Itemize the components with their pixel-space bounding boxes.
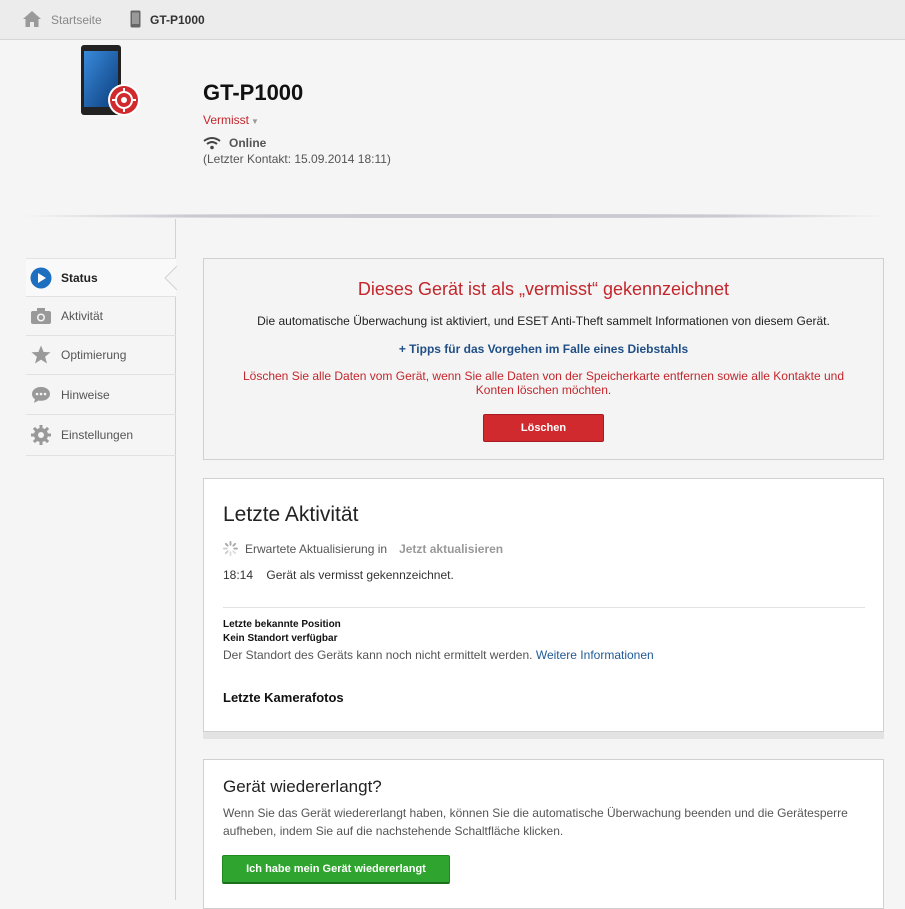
last-contact: (Letzter Kontakt: 15.09.2014 18:11) <box>203 152 391 166</box>
connection-label: Online <box>229 136 267 150</box>
sidebar-item-label: Hinweise <box>61 387 110 402</box>
sidebar-item-einstellungen[interactable]: Einstellungen <box>26 415 176 456</box>
position-status: Kein Standort verfügbar <box>223 633 338 644</box>
recovered-panel: Gerät wiedererlangt? Wenn Sie das Gerät … <box>203 759 884 909</box>
refresh-row: Erwartete Aktualisierung in Jetzt aktual… <box>223 541 503 556</box>
sidebar-item-label: Status <box>61 270 98 285</box>
recovered-title: Gerät wiedererlangt? <box>223 777 382 796</box>
breadcrumb: Startseite GT-P1000 <box>0 0 905 40</box>
breadcrumb-home-label[interactable]: Startseite <box>51 13 102 27</box>
device-status-label[interactable]: Vermisst <box>203 113 249 127</box>
position-description: Der Standort des Geräts kann noch nicht … <box>223 648 654 662</box>
activity-panel: Letzte Aktivität Erwartete Aktualisierun… <box>203 478 884 732</box>
breadcrumb-device[interactable]: GT-P1000 <box>130 0 205 40</box>
missing-alert-panel: Dieses Gerät ist als „vermisst“ gekennze… <box>203 258 884 460</box>
chat-bubble-icon <box>30 384 52 406</box>
device-title: GT-P1000 <box>203 80 304 105</box>
activity-entry: 18:14 Gerät als vermisst gekennzeichnet. <box>223 568 454 582</box>
alert-title: Dieses Gerät ist als „vermisst“ gekennze… <box>357 279 730 299</box>
play-circle-icon <box>30 267 52 289</box>
camera-photos-title: Letzte Kamerafotos <box>223 690 344 705</box>
sidebar-item-optimierung[interactable]: Optimierung <box>26 336 176 375</box>
phone-icon <box>130 10 141 31</box>
more-info-link[interactable]: Weitere Informationen <box>536 648 654 662</box>
wifi-icon <box>203 137 221 150</box>
sidebar-item-label: Aktivität <box>61 309 104 323</box>
recovered-description: Wenn Sie das Gerät wiedererlangt haben, … <box>223 806 848 838</box>
star-icon <box>30 344 52 366</box>
theft-tips-link[interactable]: + Tipps für das Vorgehen im Falle eines … <box>204 342 883 356</box>
home-icon <box>22 10 42 31</box>
activity-title: Letzte Aktivität <box>223 503 359 526</box>
caret-down-icon[interactable]: ▼ <box>251 117 259 126</box>
sidebar-item-hinweise[interactable]: Hinweise <box>26 375 176 415</box>
active-pointer <box>164 266 178 290</box>
sidebar-item-status[interactable]: Status <box>26 258 176 297</box>
refresh-text: Erwartete Aktualisierung in <box>245 541 388 556</box>
device-image <box>80 45 142 117</box>
sidebar-item-label: Optimierung <box>61 348 127 362</box>
position-description-text: Der Standort des Geräts kann noch nicht … <box>223 648 533 662</box>
gear-icon <box>30 424 52 446</box>
alert-warning: Löschen Sie alle Daten vom Gerät, wenn S… <box>242 369 845 397</box>
connection-status: Online <box>203 136 266 150</box>
activity-entry-text: Gerät als vermisst gekennzeichnet. <box>266 568 454 582</box>
alert-description: Die automatische Überwachung ist aktivie… <box>257 314 830 328</box>
sidebar-item-label: Einstellungen <box>61 428 134 442</box>
delete-button[interactable]: Löschen <box>483 414 604 442</box>
activity-divider <box>223 607 865 608</box>
refresh-now-link[interactable]: Jetzt aktualisieren <box>399 542 503 556</box>
panel-shadow <box>203 732 884 739</box>
device-recovered-button[interactable]: Ich habe mein Gerät wiedererlangt <box>222 855 450 884</box>
header-divider <box>15 214 895 218</box>
sidebar-item-aktivitaet[interactable]: Aktivität <box>26 297 176 336</box>
camera-icon <box>30 305 52 327</box>
spinner-icon <box>223 541 238 556</box>
device-status-dropdown[interactable]: Vermisst ▼ <box>203 113 259 127</box>
activity-entry-time: 18:14 <box>223 568 254 582</box>
breadcrumb-device-label[interactable]: GT-P1000 <box>150 13 205 27</box>
breadcrumb-home[interactable]: Startseite <box>22 0 102 40</box>
position-label: Letzte bekannte Position <box>223 619 341 630</box>
